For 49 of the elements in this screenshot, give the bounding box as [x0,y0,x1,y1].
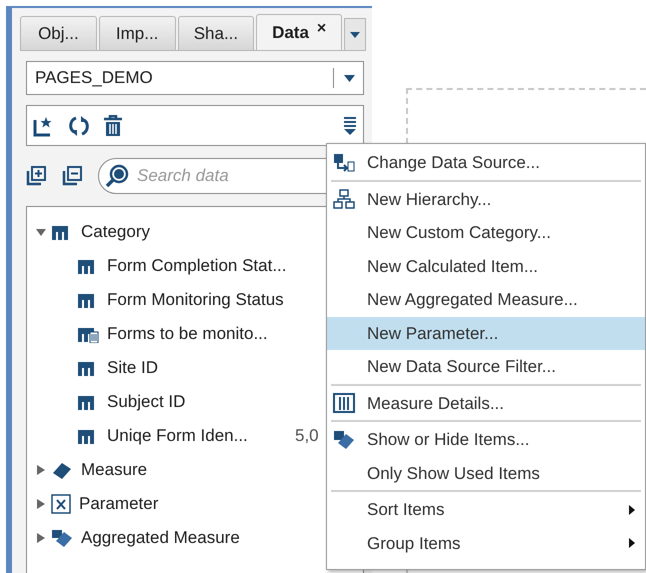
tree-item[interactable]: Site ID [107,355,287,381]
tree-item[interactable]: Parameter [79,491,158,517]
tree-item[interactable]: Form Monitoring Status [107,287,287,313]
refresh-icon[interactable] [67,114,91,136]
tab[interactable]: Imp... [98,16,176,50]
columns-icon [333,393,355,414]
tree-item[interactable]: Measure [81,457,148,483]
tab[interactable]: Sha... [178,16,254,50]
data-source-value: PAGES_DEMO [35,67,154,90]
tree-item[interactable]: Forms to be monito... [107,321,287,347]
data-source-dropdown[interactable]: PAGES_DEMO [26,61,364,95]
menu-item[interactable]: New Data Source Filter... [327,350,645,384]
collapse-all-icon[interactable] [62,166,82,186]
close-icon[interactable]: × [316,20,326,36]
menu-item[interactable]: New Calculated Item... [327,250,645,283]
menu-item[interactable]: Measure Details... [327,386,645,420]
submenu-arrow-icon [629,538,635,548]
swap-icon [333,152,355,173]
submenu-arrow-icon [629,504,635,515]
tree-item[interactable]: Form Completion Stat... [107,253,287,279]
menu-item[interactable]: New Aggregated Measure... [327,283,645,316]
tab-list-button[interactable] [344,18,366,50]
search-input[interactable]: Search data [137,163,287,189]
collapsed-caret-icon[interactable] [35,532,47,544]
item-count: 5,0 [295,425,319,448]
tree-item[interactable]: Aggregated Measure [81,525,240,551]
menu-icon[interactable] [343,116,357,136]
tab[interactable]: Obj... [20,16,97,50]
collapsed-caret-icon[interactable] [35,498,47,510]
expand-all-icon[interactable] [26,166,46,186]
menu-item[interactable]: Sort Items [327,493,645,526]
search-icon [105,164,129,188]
menu-item[interactable]: Show or Hide Items... [327,423,645,456]
menu-item[interactable]: Group Items [327,526,645,560]
menu-item[interactable]: New Parameter... [327,316,645,350]
caret-icon [344,74,355,82]
tree-item[interactable]: Subject ID [107,389,287,415]
variable-icon [51,494,71,514]
calculated-category-icon [77,325,99,343]
caret-icon [350,32,360,38]
menu-item[interactable]: New Custom Category... [327,216,645,250]
hierarchy-icon [333,189,355,210]
menu-item[interactable]: Only Show Used Items [327,456,645,490]
trash-icon[interactable] [103,114,123,136]
tree-item[interactable]: Category [81,219,150,245]
expanded-caret-icon[interactable] [35,226,47,238]
tree-item[interactable]: Uniqe Form Iden... [107,423,287,449]
collapsed-caret-icon[interactable] [35,464,47,476]
tab[interactable]: Data × [256,14,342,50]
